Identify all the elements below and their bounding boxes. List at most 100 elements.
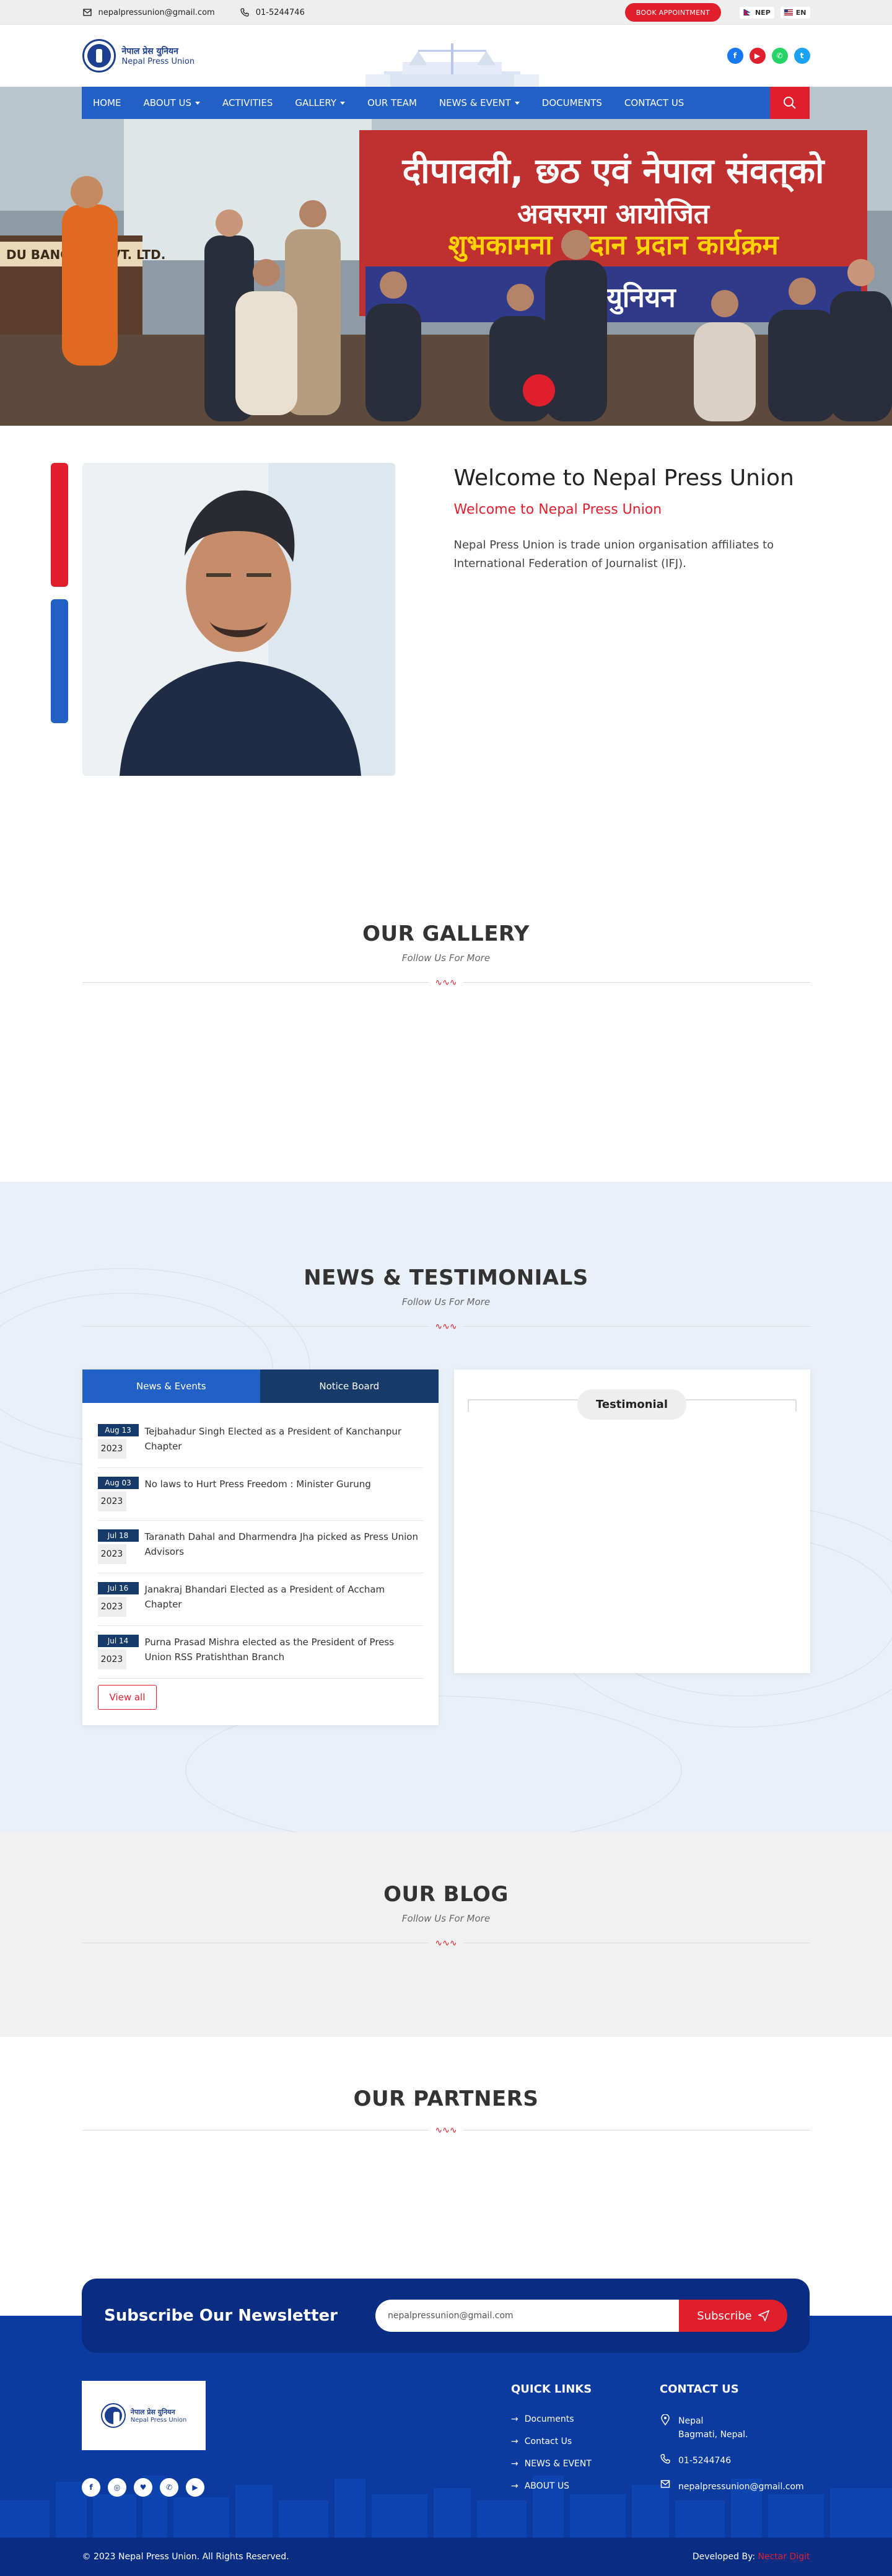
facebook-icon[interactable]: f — [727, 48, 743, 64]
newsletter-email-input[interactable]: nepalpressunion@gmail.com — [375, 2300, 679, 2332]
footer-link-news[interactable]: → NEWS & EVENT — [511, 2459, 592, 2469]
footer-address: Nepal Bagmati, Nepal. — [660, 2414, 804, 2442]
nav-documents-label: DOCUMENTS — [541, 97, 602, 108]
section-divider: ∿∿∿ — [82, 1320, 810, 1332]
language-switcher: NEP EN — [739, 6, 810, 19]
news-year: 2023 — [97, 1650, 126, 1669]
news-item[interactable]: Jul 18 2023 Taranath Dahal and Dharmendra… — [97, 1521, 423, 1573]
contact-title: CONTACT US — [660, 2383, 739, 2396]
footer-email-text: nepalpressunion@gmail.com — [678, 2482, 804, 2492]
subscribe-button[interactable]: Subscribe — [679, 2300, 787, 2332]
news-item[interactable]: Aug 03 2023 No laws to Hurt Press Freedom… — [97, 1468, 423, 1521]
nav-gallery-label: GALLERY — [295, 97, 337, 108]
nav-activities[interactable]: ACTIVITIES — [211, 97, 284, 108]
footer-email[interactable]: nepalpressunion@gmail.com — [660, 2480, 804, 2494]
welcome-section: Welcome to Nepal Press Union Welcome to … — [0, 426, 892, 872]
news-item[interactable]: Jul 14 2023 Purna Prasad Mishra elected a… — [97, 1626, 423, 1679]
footer-link-label: Documents — [524, 2414, 574, 2424]
news-year: 2023 — [97, 1492, 126, 1511]
nav-documents[interactable]: DOCUMENTS — [531, 97, 613, 108]
chevron-down-icon — [340, 101, 346, 105]
footer-link-label: ABOUT US — [524, 2481, 570, 2491]
tab-news-events[interactable]: News & Events — [82, 1369, 260, 1403]
nav-gallery[interactable]: GALLERY — [284, 97, 356, 108]
arrow-right-icon: → — [511, 2481, 518, 2491]
footer-link-about[interactable]: → ABOUT US — [511, 2481, 592, 2491]
newsletter-title: Subscribe Our Newsletter — [104, 2306, 338, 2325]
nav-news-event[interactable]: NEWS & EVENT — [428, 97, 531, 108]
topbar-phone[interactable]: 01-5244746 — [240, 7, 305, 17]
testimonial-panel: Testimonial — [453, 1369, 810, 1673]
news-testimonials-section: NEWS & TESTIMONIALS Follow Us For More ∿… — [0, 1182, 892, 1832]
nav-contact-us[interactable]: CONTACT US — [613, 97, 695, 108]
mail-icon — [660, 2480, 671, 2494]
arrow-right-icon: → — [511, 2437, 518, 2446]
news-title: No laws to Hurt Press Freedom : Minister… — [144, 1479, 371, 1490]
search-button[interactable] — [770, 87, 810, 119]
phone-icon — [660, 2454, 671, 2468]
wave-icon: ∿∿∿ — [429, 1322, 463, 1332]
subscribe-label: Subscribe — [697, 2309, 752, 2323]
partners-section: OUR PARTNERS ∿∿∿ — [0, 2037, 892, 2316]
decorative-bar-red — [51, 463, 68, 587]
tab-notice-board[interactable]: Notice Board — [260, 1369, 439, 1403]
instagram-icon[interactable]: ◎ — [108, 2478, 126, 2497]
news-title: Janakraj Bhandari Elected as a President… — [144, 1584, 385, 1610]
news-date: Aug 03 — [97, 1477, 139, 1489]
footer-logo[interactable]: नेपाल प्रेस युनियन Nepal Press Union — [82, 2381, 206, 2450]
footer-phone[interactable]: 01-5244746 — [660, 2454, 804, 2468]
topbar-email[interactable]: nepalpressunion@gmail.com — [82, 7, 215, 17]
news-item[interactable]: Aug 13 2023 Tejbahadur Singh Elected as a… — [97, 1415, 423, 1468]
nav-about-us[interactable]: ABOUT US — [133, 97, 212, 108]
nav-contact-label: CONTACT US — [624, 97, 684, 108]
nav-activities-label: ACTIVITIES — [222, 97, 273, 108]
footer-link-documents[interactable]: → Documents — [511, 2414, 592, 2424]
news-item[interactable]: Jul 16 2023 Janakraj Bhandari Elected as … — [97, 1573, 423, 1626]
nav-home[interactable]: HOME — [82, 97, 133, 108]
hero-banner-image: दीपावली, छठ एवं नेपाल संवत्‌को अवसरमा आय… — [0, 87, 892, 426]
youtube-icon[interactable]: ▶ — [186, 2478, 204, 2497]
banner-line-1: दीपावली, छठ एवं नेपाल संवत्‌को — [401, 151, 826, 193]
twitter-icon[interactable]: t — [794, 48, 810, 64]
book-appointment-button[interactable]: BOOK APPOINTMENT — [624, 3, 721, 22]
site-logo[interactable]: नेपाल प्रेस युनियन Nepal Press Union — [82, 39, 195, 73]
nav-our-team[interactable]: OUR TEAM — [356, 97, 428, 108]
facebook-icon[interactable]: f — [82, 2478, 100, 2497]
developer-credit: Developed By: Nectar Digit — [693, 2552, 810, 2562]
topbar-email-text: nepalpressunion@gmail.com — [98, 7, 215, 17]
youtube-icon[interactable]: ▶ — [749, 48, 766, 64]
twitter-icon[interactable]: ♥ — [134, 2478, 152, 2497]
brand-name-nepali: नेपाल प्रेस युनियन — [121, 46, 178, 56]
wave-icon: ∿∿∿ — [429, 2125, 463, 2135]
partners-title: OUR PARTNERS — [353, 2086, 539, 2111]
welcome-subtitle: Welcome to Nepal Press Union — [453, 502, 662, 517]
lang-nep-button[interactable]: NEP — [739, 6, 774, 19]
developer-link[interactable]: Nectar Digit — [758, 2552, 810, 2562]
decorative-bar-blue — [51, 599, 68, 723]
search-icon — [784, 97, 796, 109]
view-all-button[interactable]: View all — [97, 1685, 157, 1710]
arrow-right-icon: → — [511, 2414, 518, 2424]
nav-home-label: HOME — [93, 97, 121, 108]
whatsapp-icon[interactable]: ✆ — [160, 2478, 178, 2497]
president-portrait-image — [82, 463, 395, 776]
union-emblem-icon — [100, 2403, 126, 2428]
nav-news-label: NEWS & EVENT — [439, 97, 511, 108]
news-year: 2023 — [97, 1439, 126, 1459]
welcome-body: Nepal Press Union is trade union organis… — [453, 538, 774, 570]
lang-en-button[interactable]: EN — [780, 6, 810, 19]
news-title: Purna Prasad Mishra elected as the Presi… — [144, 1637, 395, 1663]
union-emblem-icon — [82, 39, 116, 73]
whatsapp-icon[interactable]: ✆ — [771, 48, 788, 64]
news-date: Jul 14 — [97, 1635, 139, 1647]
section-divider: ∿∿∿ — [82, 2124, 810, 2136]
welcome-title: Welcome to Nepal Press Union — [453, 465, 794, 491]
copyright-bar: © 2023 Nepal Press Union. All Rights Res… — [0, 2538, 892, 2576]
gallery-subtitle: Follow Us For More — [401, 952, 491, 964]
map-pin-icon — [660, 2414, 671, 2442]
news-section-title: NEWS & TESTIMONIALS — [304, 1265, 588, 1290]
footer-link-contact[interactable]: → Contact Us — [511, 2437, 592, 2446]
news-title: Taranath Dahal and Dharmendra Jha picked… — [144, 1531, 418, 1557]
news-section-subtitle: Follow Us For More — [401, 1296, 491, 1308]
chevron-down-icon — [514, 101, 520, 105]
